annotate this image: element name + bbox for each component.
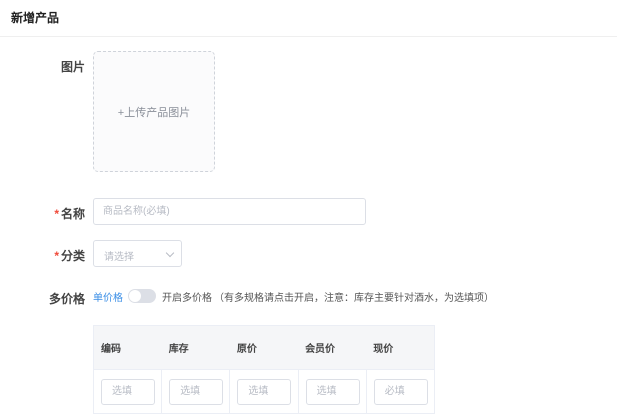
- column-header-code: 编码: [93, 325, 162, 370]
- column-header-original-price: 原价: [229, 325, 299, 370]
- original-price-input[interactable]: [237, 378, 292, 405]
- multi-price-toggle[interactable]: [128, 289, 156, 303]
- toggle-knob: [129, 290, 141, 302]
- multi-price-switch-row: 单价格 开启多价格 （有多规格请点击开启，注意：库存主要针对酒水，为选填项）: [93, 289, 494, 304]
- single-price-label: 单价格: [93, 292, 123, 304]
- code-input[interactable]: [101, 378, 155, 405]
- image-label: 图片: [60, 60, 85, 74]
- member-price-input[interactable]: [305, 378, 360, 405]
- chevron-down-icon: [165, 248, 175, 258]
- category-select-placeholder: 请选择: [104, 252, 134, 263]
- category-label: * 分类: [54, 249, 85, 263]
- table-row: [93, 369, 435, 414]
- page-title: 新增产品: [11, 11, 60, 25]
- column-header-member-price: 会员价: [298, 325, 367, 370]
- spec-table: 编码 库存 原价 会员价 现价: [93, 325, 435, 414]
- name-label: * 名称: [54, 207, 85, 221]
- column-header-current-price: 现价: [366, 325, 435, 370]
- product-name-input[interactable]: [93, 198, 366, 225]
- page-header: 新增产品: [0, 0, 617, 37]
- required-mark: *: [54, 207, 59, 221]
- upload-text: +上传产品图片: [117, 106, 191, 119]
- multi-price-hint: （有多规格请点击开启，注意：库存主要针对酒水，为选填项）: [214, 292, 494, 304]
- column-header-stock: 库存: [161, 325, 230, 370]
- current-price-input[interactable]: [373, 378, 428, 405]
- stock-input[interactable]: [169, 378, 224, 405]
- image-upload-box[interactable]: +上传产品图片: [93, 51, 215, 172]
- required-mark: *: [54, 249, 59, 263]
- multi-price-label: 多价格: [48, 292, 85, 306]
- table-header-row: 编码 库存 原价 会员价 现价: [93, 325, 435, 370]
- multi-price-on-label: 开启多价格: [162, 292, 212, 304]
- category-select[interactable]: 请选择: [93, 240, 182, 267]
